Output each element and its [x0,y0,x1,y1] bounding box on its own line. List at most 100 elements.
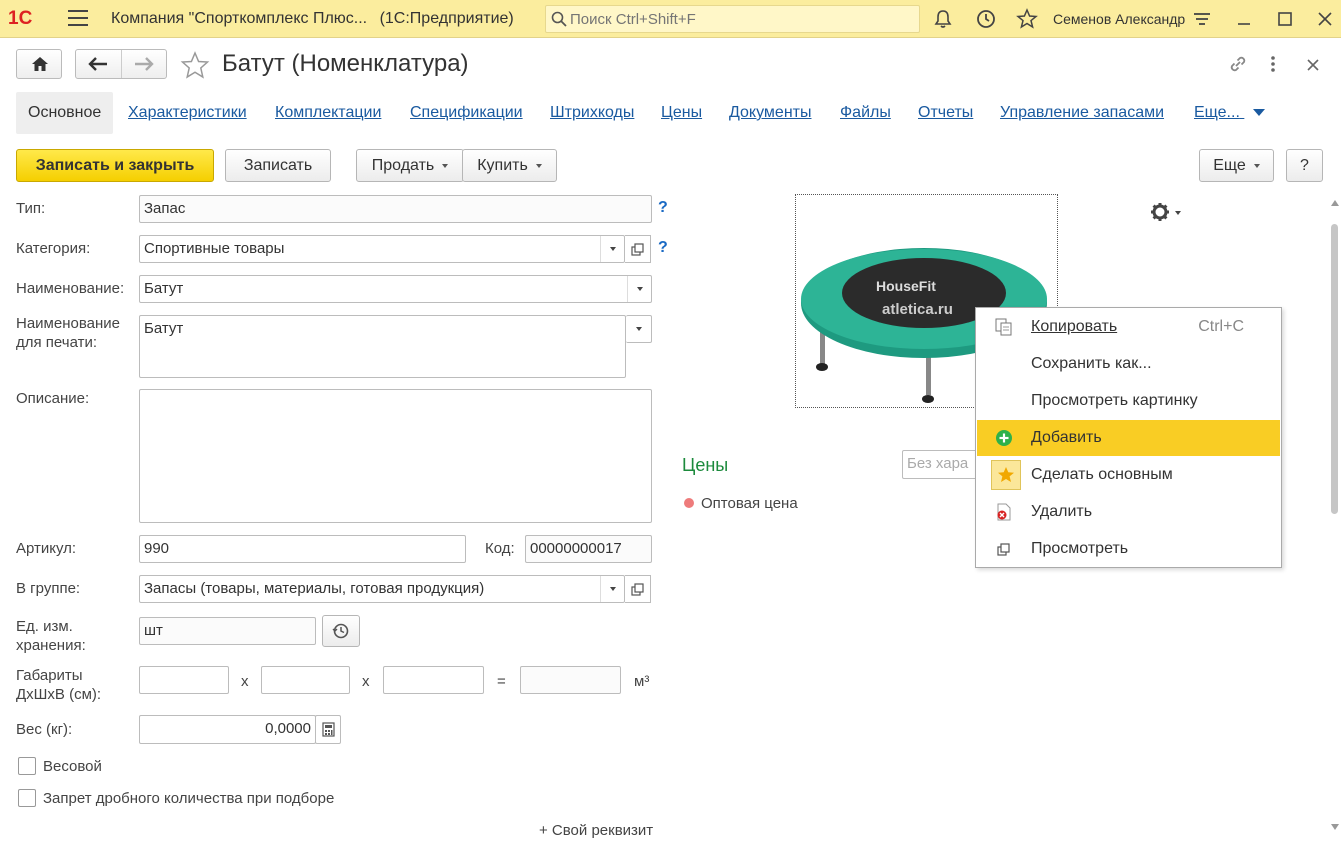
history-icon[interactable] [975,8,997,30]
menu-item-save-as[interactable]: Сохранить как... [977,346,1280,382]
maximize-icon[interactable] [1274,8,1296,30]
menu-make-main-label: Сделать основным [1031,466,1173,483]
article-field[interactable]: 990 [139,535,466,563]
print-name-value: Батут [144,320,184,337]
print-name-field[interactable]: Батут [139,315,626,378]
scroll-up-icon[interactable] [1331,200,1339,206]
nav-buttons [75,49,167,79]
name-field[interactable]: Батут [139,275,652,303]
unit-value: шт [144,622,163,639]
fraction-ban-checkbox[interactable] [18,789,36,807]
description-textarea[interactable] [139,389,652,523]
bell-icon[interactable] [932,8,954,30]
open-window-icon [997,543,1010,556]
settings-lines-icon[interactable] [1191,8,1213,30]
global-search[interactable] [545,5,920,33]
weight-label: Вес (кг): [16,721,73,738]
price-item[interactable]: Оптовая цена [701,494,798,513]
custom-attribute-link[interactable]: + Свой реквизит [539,821,653,840]
print-name-dropdown-icon [627,316,651,342]
prices-filter-input[interactable]: Без хара [902,450,982,479]
tab-barcodes[interactable]: Штрихкоды [550,92,634,134]
group-label: В группе: [16,580,81,597]
link-icon[interactable] [1227,53,1249,75]
scrollbar-thumb[interactable] [1331,224,1338,514]
category-label: Категория: [16,240,91,257]
help-button[interactable]: ? [1286,149,1323,182]
minimize-icon[interactable] [1233,8,1255,30]
category-select[interactable]: Спортивные товары [139,235,625,263]
gear-icon[interactable] [1150,201,1184,223]
save-and-close-button[interactable]: Записать и закрыть [16,149,214,182]
tab-files[interactable]: Файлы [840,92,891,134]
type-help-icon[interactable]: ? [658,199,668,217]
group-value: Запасы (товары, материалы, готовая проду… [144,580,485,597]
tab-specifications[interactable]: Спецификации [410,92,523,134]
unit-history-button[interactable] [322,615,360,647]
tab-prices[interactable]: Цены [661,92,702,134]
1c-logo[interactable]: 1С [8,8,32,30]
category-dropdown-icon[interactable] [600,236,624,262]
tab-main[interactable]: Основное [16,92,114,134]
menu-item-view-picture[interactable]: Просмотреть картинку [977,383,1280,419]
category-open-button[interactable] [625,235,651,263]
tab-inventory[interactable]: Управление запасами [1000,92,1164,134]
search-input[interactable] [570,9,910,29]
category-help-icon[interactable]: ? [658,239,668,257]
menu-item-copy[interactable]: Копировать Ctrl+C [977,309,1280,345]
menu-item-add[interactable]: Добавить [977,420,1280,456]
menu-item-delete[interactable]: Удалить [977,494,1280,530]
scroll-down-icon[interactable] [1331,824,1339,830]
description-label: Описание: [16,390,90,407]
star-icon[interactable] [1016,8,1038,30]
print-name-dropdown[interactable] [626,315,652,343]
save-button[interactable]: Записать [225,149,331,182]
height-field[interactable] [383,666,484,694]
length-field[interactable] [139,666,229,694]
buy-button[interactable]: Купить [462,149,557,182]
chevron-down-icon [1253,108,1266,116]
arrow-right-icon [135,57,154,71]
sell-label: Продать [371,157,435,174]
volume-field[interactable] [520,666,621,694]
tab-kits[interactable]: Комплектации [275,92,381,134]
name-dropdown-icon[interactable] [627,276,651,302]
type-label: Тип: [16,200,46,217]
back-button[interactable] [76,50,122,78]
user-name[interactable]: Семенов Александр [1053,11,1185,27]
unit-field[interactable]: шт [139,617,316,645]
print-name-label-line2: для печати: [16,334,98,351]
vertical-scrollbar[interactable] [1329,196,1341,836]
type-field[interactable]: Запас [139,195,652,223]
sell-button[interactable]: Продать [356,149,464,182]
home-button[interactable] [16,49,62,79]
more-vertical-icon[interactable] [1265,53,1281,75]
calculator-button[interactable] [315,715,341,744]
form-title: Батут (Номенклатура) [222,50,469,77]
more-button[interactable]: Еще [1199,149,1274,182]
prices-filter-placeholder: Без хара [907,455,969,472]
close-form-icon[interactable] [1304,53,1322,75]
menu-item-view[interactable]: Просмотреть [977,531,1280,567]
group-dropdown-icon[interactable] [600,576,624,602]
dims-separator-2: x [362,673,370,690]
menu-copy-shortcut: Ctrl+C [1198,318,1244,335]
tab-documents[interactable]: Документы [729,92,811,134]
code-field[interactable]: 00000000017 [525,535,652,563]
tab-characteristics[interactable]: Характеристики [128,92,247,134]
menu-item-make-main[interactable]: Сделать основным [977,457,1280,493]
group-open-button[interactable] [625,575,651,603]
weighted-checkbox[interactable] [18,757,36,775]
hamburger-menu-icon[interactable] [68,10,88,26]
favorite-star-icon[interactable] [180,51,210,79]
forward-button[interactable] [122,50,167,78]
fraction-ban-label: Запрет дробного количества при подборе [43,790,335,807]
width-field[interactable] [261,666,350,694]
tab-reports[interactable]: Отчеты [918,92,973,134]
category-value: Спортивные товары [144,240,285,257]
weight-field[interactable]: 0,0000 [139,715,316,744]
close-window-icon[interactable] [1314,8,1336,30]
group-select[interactable]: Запасы (товары, материалы, готовая проду… [139,575,625,603]
tab-more[interactable]: Еще... [1194,92,1266,134]
title-bar: 1С Компания "Спорткомплекс Плюс... (1С:П… [0,0,1341,38]
